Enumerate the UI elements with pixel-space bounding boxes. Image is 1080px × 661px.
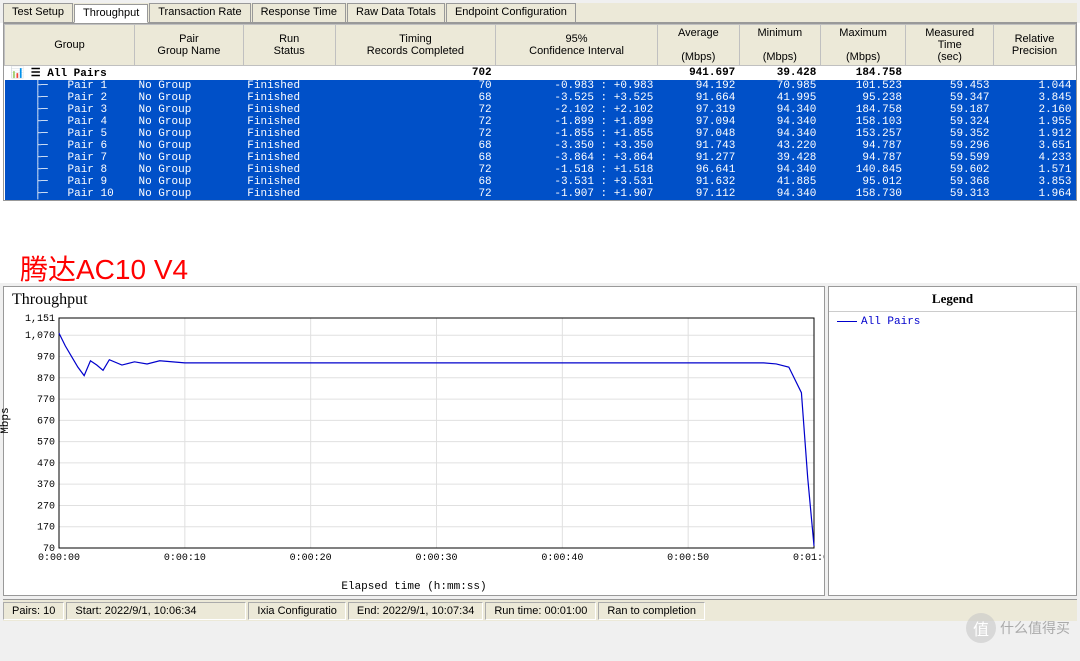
legend-line-icon	[837, 321, 857, 322]
table-row[interactable]: ├─ Pair 5No GroupFinished72-1.855 : +1.8…	[5, 128, 1076, 140]
tab-throughput[interactable]: Throughput	[74, 4, 148, 23]
y-axis-label: Mbps	[0, 407, 12, 433]
tab-raw-data-totals[interactable]: Raw Data Totals	[347, 3, 445, 22]
column-header[interactable]: Group	[5, 25, 135, 66]
svg-text:570: 570	[37, 438, 55, 449]
svg-text:0:00:10: 0:00:10	[164, 553, 206, 564]
column-header[interactable]: MeasuredTime (sec)	[906, 25, 994, 66]
throughput-chart[interactable]: Throughput Mbps 701702703704705706707708…	[3, 286, 825, 596]
x-axis-label: Elapsed time (h:mm:ss)	[4, 581, 824, 593]
watermark: 值 什么值得买	[966, 613, 1070, 643]
table-row[interactable]: ├─ Pair 8No GroupFinished72-1.518 : +1.5…	[5, 164, 1076, 176]
svg-text:470: 470	[37, 459, 55, 470]
legend-panel: Legend All Pairs	[828, 286, 1077, 596]
svg-text:670: 670	[37, 416, 55, 427]
folder-icon: 📊 ☰	[11, 68, 41, 80]
table-row[interactable]: ├─ Pair 2No GroupFinished68-3.525 : +3.5…	[5, 92, 1076, 104]
status-runtime: Run time: 00:01:00	[485, 602, 596, 620]
watermark-icon: 值	[966, 613, 996, 643]
table-row[interactable]: ├─ Pair 6No GroupFinished68-3.350 : +3.3…	[5, 140, 1076, 152]
svg-text:0:00:30: 0:00:30	[415, 553, 457, 564]
table-row[interactable]: ├─ Pair 9No GroupFinished68-3.531 : +3.5…	[5, 176, 1076, 188]
tab-transaction-rate[interactable]: Transaction Rate	[149, 3, 250, 22]
svg-text:0:00:00: 0:00:00	[38, 553, 80, 564]
svg-text:1,070: 1,070	[25, 331, 55, 342]
tab-test-setup[interactable]: Test Setup	[3, 3, 73, 22]
svg-text:270: 270	[37, 501, 55, 512]
svg-text:770: 770	[37, 395, 55, 406]
status-bar: Pairs: 10 Start: 2022/9/1, 10:06:34 Ixia…	[3, 599, 1077, 621]
svg-text:0:00:50: 0:00:50	[667, 553, 709, 564]
column-header[interactable]: 95%Confidence Interval	[496, 25, 658, 66]
column-header[interactable]: RunStatus	[243, 25, 335, 66]
table-row[interactable]: ├─ Pair 1No GroupFinished70-0.983 : +0.9…	[5, 80, 1076, 92]
tab-endpoint-configuration[interactable]: Endpoint Configuration	[446, 3, 576, 22]
column-header[interactable]: Maximum(Mbps)	[820, 25, 906, 66]
svg-text:170: 170	[37, 523, 55, 534]
svg-text:0:01:00: 0:01:00	[793, 553, 824, 564]
summary-row[interactable]: 📊 ☰ All Pairs702941.69739.428184.758	[5, 66, 1076, 81]
status-completion: Ran to completion	[598, 602, 705, 620]
legend-title: Legend	[829, 287, 1076, 312]
legend-item[interactable]: All Pairs	[829, 312, 1076, 332]
throughput-table: GroupPairGroup NameRunStatusTimingRecord…	[3, 23, 1077, 201]
table-row[interactable]: ├─ Pair 10No GroupFinished72-1.907 : +1.…	[5, 188, 1076, 200]
column-header[interactable]: Average(Mbps)	[657, 25, 739, 66]
table-row[interactable]: ├─ Pair 3No GroupFinished72-2.102 : +2.1…	[5, 104, 1076, 116]
column-header[interactable]: TimingRecords Completed	[335, 25, 496, 66]
chart-title: Throughput	[4, 287, 824, 313]
status-config: Ixia Configuratio	[248, 602, 346, 620]
svg-text:970: 970	[37, 353, 55, 364]
column-header[interactable]: PairGroup Name	[135, 25, 244, 66]
table-row[interactable]: ├─ Pair 7No GroupFinished68-3.864 : +3.8…	[5, 152, 1076, 164]
table-row[interactable]: ├─ Pair 4No GroupFinished72-1.899 : +1.8…	[5, 116, 1076, 128]
svg-text:870: 870	[37, 374, 55, 385]
column-header[interactable]: RelativePrecision	[993, 25, 1075, 66]
svg-text:0:00:40: 0:00:40	[541, 553, 583, 564]
column-header[interactable]: Minimum(Mbps)	[739, 25, 820, 66]
status-start: Start: 2022/9/1, 10:06:34	[66, 602, 246, 620]
overlay-label: 腾达AC10 V4	[20, 248, 188, 288]
svg-text:1,151: 1,151	[25, 314, 55, 325]
tab-bar: Test SetupThroughputTransaction RateResp…	[3, 3, 1077, 23]
svg-text:0:00:20: 0:00:20	[290, 553, 332, 564]
status-pairs: Pairs: 10	[3, 602, 64, 620]
tab-response-time[interactable]: Response Time	[252, 3, 346, 22]
svg-text:370: 370	[37, 480, 55, 491]
status-end: End: 2022/9/1, 10:07:34	[348, 602, 483, 620]
